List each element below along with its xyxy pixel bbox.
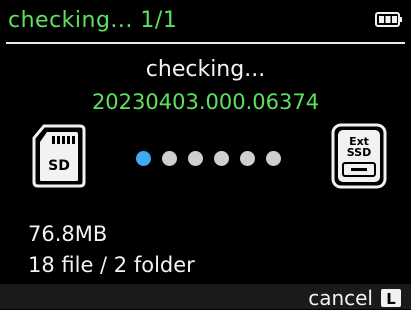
header-divider (6, 42, 405, 44)
sd-card-label: SD (48, 158, 70, 174)
file-id: 20230403.000.06374 (91, 90, 320, 114)
external-ssd-icon: Ext SSD (331, 123, 387, 189)
file-folder-count: 18 file / 2 folder (28, 253, 195, 277)
progress-dot-active (136, 151, 151, 166)
progress-dot (188, 151, 203, 166)
cancel-label[interactable]: cancel (308, 286, 373, 310)
progress-dot (214, 151, 229, 166)
cancel-key-label: L (386, 290, 396, 307)
progress-dot (162, 151, 177, 166)
sd-card-icon: SD (32, 124, 86, 188)
ssd-label-bottom: SSD (347, 146, 371, 159)
header-bar: checking... 1/1 (0, 0, 411, 44)
progress-dot (240, 151, 255, 166)
battery-icon (375, 12, 402, 27)
total-size: 76.8MB (28, 222, 108, 246)
header-title: checking... 1/1 (8, 8, 178, 33)
status-message: checking... (145, 57, 266, 82)
progress-dot (266, 151, 281, 166)
l-key-icon[interactable]: L (381, 289, 401, 307)
progress-dots (136, 151, 296, 167)
